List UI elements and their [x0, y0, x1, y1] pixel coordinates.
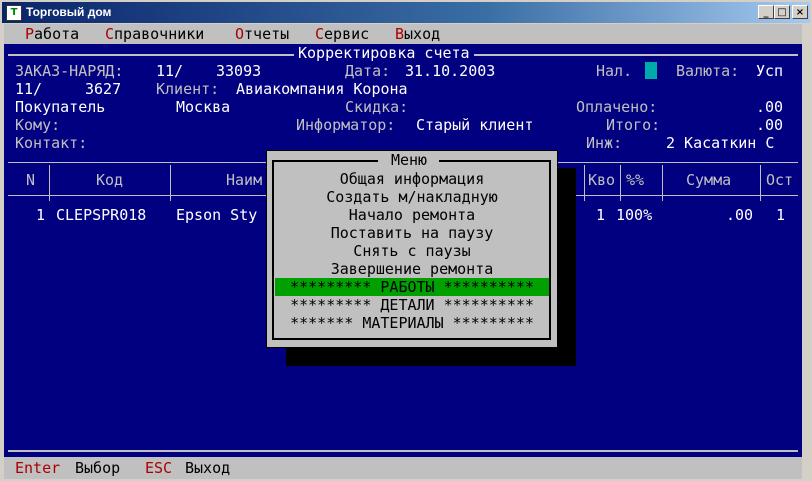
currency-label: Валюта: — [676, 62, 740, 80]
hint-esc-key: ESC — [145, 459, 173, 477]
paid-value: .00 — [756, 98, 784, 116]
column-separator — [584, 165, 585, 201]
nal-checkbox[interactable] — [645, 62, 657, 79]
menu-item-otchety[interactable]: Отчеты — [235, 25, 289, 43]
app-icon: Т — [6, 5, 22, 21]
column-separator — [760, 165, 761, 201]
row-code: CLEPSPR018 — [56, 206, 147, 224]
discount-label: Скидка: — [345, 98, 409, 116]
menu-title: Меню — [390, 151, 428, 169]
informer-label: Информатор: — [296, 116, 396, 134]
col-header-code: Код — [96, 171, 124, 189]
menu-option-finish-repair[interactable]: Завершение ремонта — [275, 260, 549, 278]
menu-item-servis[interactable]: Сервис — [315, 25, 369, 43]
menu-option-create-invoice[interactable]: Создать м/накладную — [275, 188, 549, 206]
col-header-n: N — [26, 171, 36, 189]
client-value[interactable]: Авиакомпания Корона — [236, 80, 408, 98]
row-n: 1 — [36, 206, 46, 224]
buyer-value[interactable]: Москва — [176, 98, 230, 116]
client-label: Клиент: — [156, 80, 220, 98]
hint-esc-action: Выход — [185, 459, 231, 477]
menu-item-rabota[interactable]: Работа — [25, 25, 79, 43]
contact-label: Контакт: — [15, 134, 88, 152]
total-label: Итого: — [606, 116, 661, 134]
client-number: 3627 — [85, 80, 122, 98]
menu-option-general-info[interactable]: Общая информация — [275, 170, 549, 188]
buyer-label: Покупатель — [15, 98, 106, 116]
column-separator — [620, 165, 621, 201]
menu-item-spravochniki[interactable]: Справочники — [105, 25, 204, 43]
menu-option-materials[interactable]: ******* МАТЕРИАЛЫ ********* — [275, 314, 549, 332]
col-header-pct: %% — [626, 171, 645, 189]
row-sum: .00 — [726, 206, 754, 224]
menu-option-works[interactable]: ********* РАБОТЫ ********** — [275, 278, 549, 296]
currency-value[interactable]: Усп — [756, 62, 783, 80]
status-bar: Enter Выбор ESC Выход — [4, 457, 802, 479]
menu-item-vyhod[interactable]: Выход — [395, 25, 440, 43]
col-header-qty: Кво — [588, 171, 616, 189]
menu-bar: Работа Справочники Отчеты Сервис Выход — [4, 24, 802, 44]
engineer-label: Инж: — [586, 134, 623, 152]
col-header-name: Наим — [226, 171, 263, 189]
maximize-button[interactable]: □ — [774, 5, 790, 19]
date-value[interactable]: 31.10.2003 — [405, 62, 495, 80]
engineer-value[interactable]: 2 Касаткин С — [666, 134, 774, 152]
menu-option-start-repair[interactable]: Начало ремонта — [275, 206, 549, 224]
column-separator — [49, 165, 50, 201]
column-separator — [662, 165, 663, 201]
nal-label: Нал. — [596, 62, 633, 80]
column-separator — [170, 165, 171, 201]
form-title: Корректировка счета — [294, 44, 474, 62]
menu-option-unpause[interactable]: Снять с паузы — [275, 242, 549, 260]
console-screen: Работа Справочники Отчеты Сервис Выход К… — [4, 24, 802, 479]
application-window: Т Торговый дом _ □ × Работа Справочники … — [0, 0, 812, 481]
date-label: Дата: — [345, 62, 391, 80]
popup-menu: Меню Общая информация Создать м/накладну… — [266, 150, 558, 348]
informer-value[interactable]: Старый клиент — [416, 116, 533, 134]
hint-enter-key: Enter — [15, 459, 61, 477]
menu-option-pause[interactable]: Поставить на паузу — [275, 224, 549, 242]
window-title: Торговый дом — [26, 5, 112, 19]
title-bar[interactable]: Т Торговый дом _ □ × — [2, 2, 810, 23]
order-number: 33093 — [216, 62, 262, 80]
client-prefix: 11/ — [15, 80, 43, 98]
total-value: .00 — [756, 116, 784, 134]
close-button[interactable]: × — [792, 5, 808, 19]
paid-label: Оплачено: — [576, 98, 658, 116]
row-pct: 100% — [616, 206, 653, 224]
col-header-sum: Сумма — [686, 171, 732, 189]
row-ost: 1 — [776, 206, 786, 224]
menu-border-top — [272, 160, 378, 162]
menu-option-parts[interactable]: ********* ДЕТАЛИ ********** — [275, 296, 549, 314]
hint-enter-action: Выбор — [75, 459, 121, 477]
col-header-ost: Ост — [766, 171, 794, 189]
row-qty: 1 — [596, 206, 606, 224]
order-prefix: 11/ — [156, 62, 184, 80]
to-label: Кому: — [15, 116, 61, 134]
order-label: ЗАКАЗ-НАРЯД: — [15, 62, 124, 80]
row-name: Epson Sty — [176, 206, 258, 224]
minimize-button[interactable]: _ — [758, 5, 774, 19]
menu-border-top — [439, 160, 551, 162]
